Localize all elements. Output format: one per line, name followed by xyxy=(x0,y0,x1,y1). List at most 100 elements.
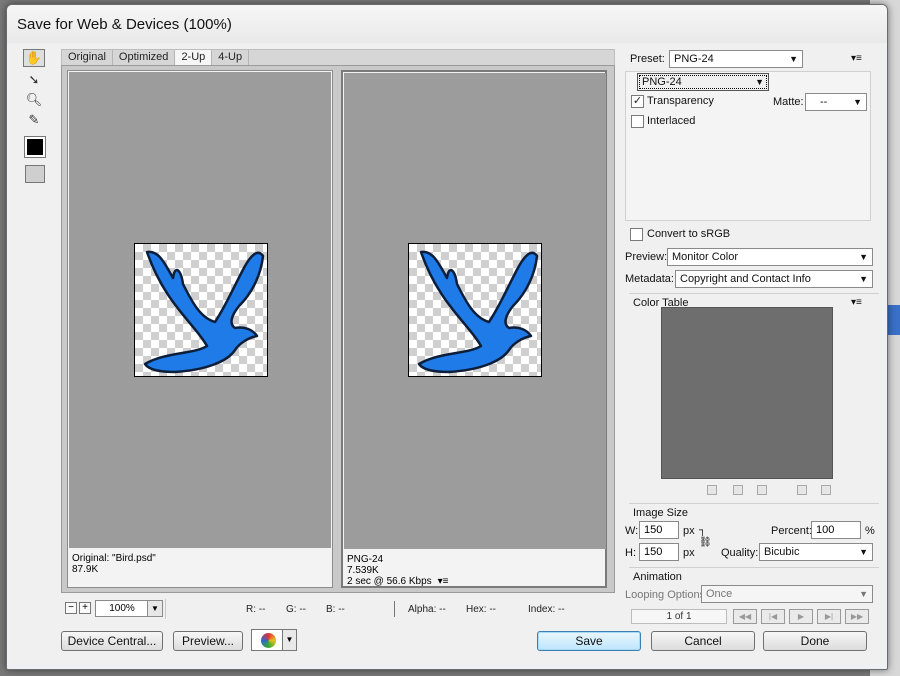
matte-value: -- xyxy=(820,96,828,108)
map-transparency-icon[interactable] xyxy=(707,485,717,495)
height-unit: px xyxy=(683,547,695,559)
section-divider xyxy=(629,567,879,568)
original-info: Original: "Bird.psd" 87.9K xyxy=(72,553,156,575)
readout-alpha: Alpha: -- xyxy=(408,604,446,615)
metadata-label: Metadata: xyxy=(625,273,674,285)
convert-srgb-checkbox[interactable] xyxy=(630,228,643,241)
status-bar: − + 100% ▼ R: -- G: -- B: -- Alpha: -- H… xyxy=(61,599,615,619)
chevron-down-icon: ▼ xyxy=(859,274,868,284)
zoom-tool-icon[interactable]: 🔍︎ xyxy=(23,91,45,109)
constrain-bracket-icon: ┐ xyxy=(699,525,707,536)
optimized-info: PNG-24 7.539K 2 sec @ 56.6 Kbps ▾≡ xyxy=(347,554,449,587)
title-bar: Save for Web & Devices (100%) xyxy=(7,5,887,43)
settings-panel: Preset: PNG-24 ▼ ▾≡ PNG-24 ▼ ✓ Transparenc… xyxy=(623,47,881,659)
window-title: Save for Web & Devices (100%) xyxy=(17,16,232,33)
preview-area: Original: "Bird.psd" 87.9K PNG-24 7.539K… xyxy=(61,65,615,593)
quality-select[interactable]: Bicubic ▼ xyxy=(759,543,873,561)
optimized-format: PNG-24 xyxy=(347,554,384,565)
chevron-down-icon: ▼ xyxy=(853,97,862,107)
chevron-down-icon: ▼ xyxy=(789,54,798,64)
interlaced-checkbox[interactable] xyxy=(631,115,644,128)
device-central-button[interactable]: Device Central... xyxy=(61,631,163,651)
format-select[interactable]: PNG-24 ▼ xyxy=(637,73,769,91)
frame-counter: 1 of 1 xyxy=(631,609,727,624)
web-shift-icon[interactable] xyxy=(733,485,743,495)
zoom-dropdown-icon[interactable]: ▼ xyxy=(147,600,163,617)
add-color-icon[interactable] xyxy=(797,485,807,495)
optimized-canvas[interactable] xyxy=(344,73,606,549)
link-icon[interactable]: ⛓ xyxy=(699,537,712,548)
original-canvas[interactable] xyxy=(69,72,331,548)
width-label: W: xyxy=(625,525,639,537)
tab-4-up[interactable]: 4-Up xyxy=(212,50,250,65)
eyedropper-color-swatch[interactable] xyxy=(24,136,46,158)
preset-select[interactable]: PNG-24 ▼ xyxy=(669,50,803,68)
chevron-down-icon: ▼ xyxy=(755,77,764,87)
preview-color-select[interactable]: Monitor Color ▼ xyxy=(667,248,873,266)
play-icon[interactable]: ▶ xyxy=(789,609,813,624)
bird-image-icon xyxy=(143,250,265,374)
optimized-pane[interactable]: PNG-24 7.539K 2 sec @ 56.6 Kbps ▾≡ xyxy=(341,70,607,588)
transparency-label: Transparency xyxy=(647,95,714,107)
zoom-out-button[interactable]: − xyxy=(65,602,77,614)
preview-label: Preview: xyxy=(625,251,668,263)
toggle-slices-icon[interactable] xyxy=(25,165,45,183)
optimize-menu-icon[interactable]: ▾≡ xyxy=(851,53,862,64)
chevron-down-icon: ▼ xyxy=(859,589,868,599)
percent-label: Percent: xyxy=(771,525,812,537)
matte-label: Matte: xyxy=(773,96,804,108)
tab-optimized[interactable]: Optimized xyxy=(112,50,176,65)
last-frame-icon[interactable]: ▶▶ xyxy=(845,609,869,624)
next-frame-icon[interactable]: ▶| xyxy=(817,609,841,624)
hand-tool-icon[interactable]: ✋ xyxy=(23,49,45,67)
dialog-content: ✋ ➘ 🔍︎ ✎ Original Optimized 2-Up 4-Up Or… xyxy=(11,43,883,665)
browser-globe-icon xyxy=(261,633,276,648)
animation-title: Animation xyxy=(633,571,682,583)
looping-value: Once xyxy=(706,588,733,600)
zoom-in-button[interactable]: + xyxy=(79,602,91,614)
readout-g: G: -- xyxy=(286,604,306,615)
slice-select-tool-icon[interactable]: ➘ xyxy=(23,71,45,89)
tab-original[interactable]: Original xyxy=(62,50,113,65)
width-unit: px xyxy=(683,525,695,537)
width-field[interactable]: 150 xyxy=(639,521,679,539)
image-size-title: Image Size xyxy=(633,507,689,519)
readout-r: R: -- xyxy=(246,604,266,615)
chevron-down-icon: ▼ xyxy=(859,547,868,557)
download-speed-menu-icon[interactable]: ▾≡ xyxy=(438,576,449,587)
eyedropper-tool-icon[interactable]: ✎ xyxy=(23,111,45,129)
color-table-grid[interactable] xyxy=(661,307,833,479)
optimized-filesize: 7.539K xyxy=(347,565,379,576)
bird-shape xyxy=(143,250,265,374)
tool-strip: ✋ ➘ 🔍︎ ✎ xyxy=(21,47,47,613)
original-image xyxy=(134,243,268,377)
height-label: H: xyxy=(625,547,636,559)
preview-in-browser-button[interactable]: ▼ xyxy=(251,629,297,651)
looping-select[interactable]: Once ▼ xyxy=(701,585,873,603)
transparency-checkbox[interactable]: ✓ xyxy=(631,95,644,108)
preview-button[interactable]: Preview... xyxy=(173,631,243,651)
height-field[interactable]: 150 xyxy=(639,543,679,561)
color-readouts: R: -- G: -- B: -- Alpha: -- Hex: -- Inde… xyxy=(165,599,615,619)
browser-dropdown-icon[interactable]: ▼ xyxy=(282,630,296,650)
looping-label: Looping Options: xyxy=(625,589,709,601)
original-pane[interactable]: Original: "Bird.psd" 87.9K xyxy=(67,70,333,588)
previous-frame-icon[interactable]: |◀ xyxy=(761,609,785,624)
lock-color-icon[interactable] xyxy=(757,485,767,495)
zoom-level-field[interactable]: 100% xyxy=(95,600,149,617)
tab-2-up[interactable]: 2-Up xyxy=(175,50,213,65)
matte-select[interactable]: -- ▼ xyxy=(805,93,867,111)
quality-value: Bicubic xyxy=(764,546,800,558)
preset-value: PNG-24 xyxy=(674,53,714,65)
section-divider xyxy=(629,293,879,294)
chevron-down-icon: ▼ xyxy=(859,252,868,262)
first-frame-icon[interactable]: ◀◀ xyxy=(733,609,757,624)
percent-field[interactable]: 100 xyxy=(811,521,861,539)
metadata-select[interactable]: Copyright and Contact Info ▼ xyxy=(675,270,873,288)
readout-index: Index: -- xyxy=(528,604,565,615)
view-tabs: Original Optimized 2-Up 4-Up xyxy=(61,49,615,65)
original-filesize: 87.9K xyxy=(72,564,99,575)
section-divider xyxy=(629,503,879,504)
color-table-menu-icon[interactable]: ▾≡ xyxy=(851,297,862,308)
trash-icon[interactable] xyxy=(821,485,831,495)
